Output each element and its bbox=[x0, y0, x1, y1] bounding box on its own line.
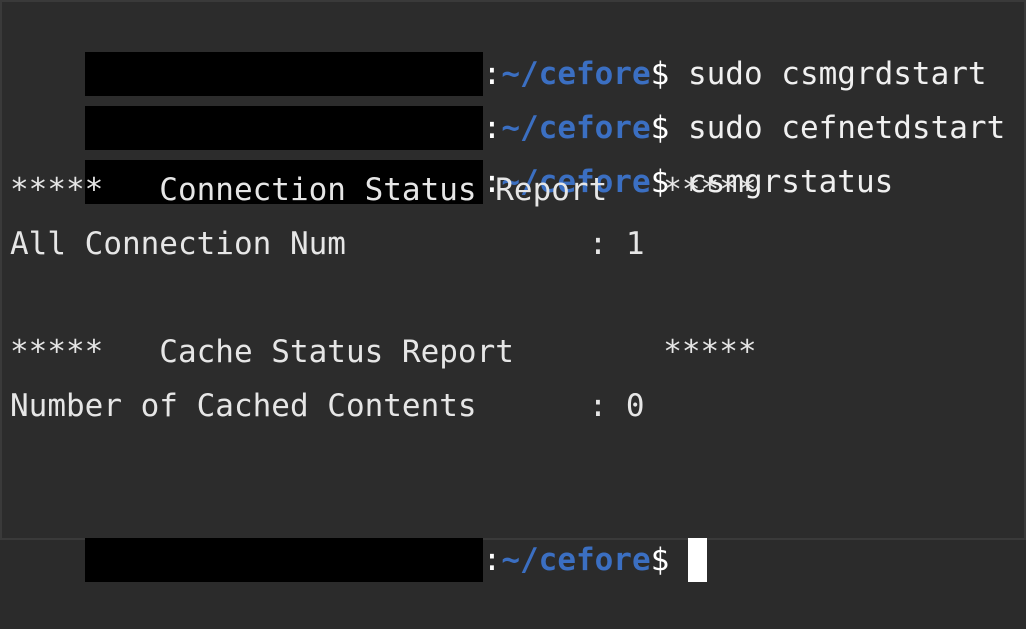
cached-contents-line: Number of Cached Contents : 0 bbox=[10, 388, 645, 424]
text-cursor bbox=[687, 538, 707, 582]
prompt-colon: : bbox=[482, 542, 502, 578]
connection-status-header: ***** Connection Status Report ***** bbox=[10, 172, 757, 208]
active-prompt-line[interactable]: :~/cefore$ bbox=[10, 491, 707, 582]
cache-status-header: ***** Cache Status Report ***** bbox=[10, 334, 757, 370]
redacted-user-host bbox=[84, 538, 483, 582]
prompt-path: ~/cefore bbox=[501, 542, 651, 578]
command-line-1: :~/cefore$ sudo csmgrdstart bbox=[10, 5, 987, 96]
terminal-window[interactable]: :~/cefore$ sudo csmgrdstart :~/cefore$ s… bbox=[0, 0, 1026, 582]
command-line-3: :~/cefore$ csmgrstatus bbox=[10, 113, 893, 204]
connection-num-line: All Connection Num : 1 bbox=[10, 226, 645, 262]
command-line-2: :~/cefore$ sudo cefnetdstart bbox=[10, 59, 1005, 150]
prompt-symbol: $ bbox=[650, 542, 688, 578]
